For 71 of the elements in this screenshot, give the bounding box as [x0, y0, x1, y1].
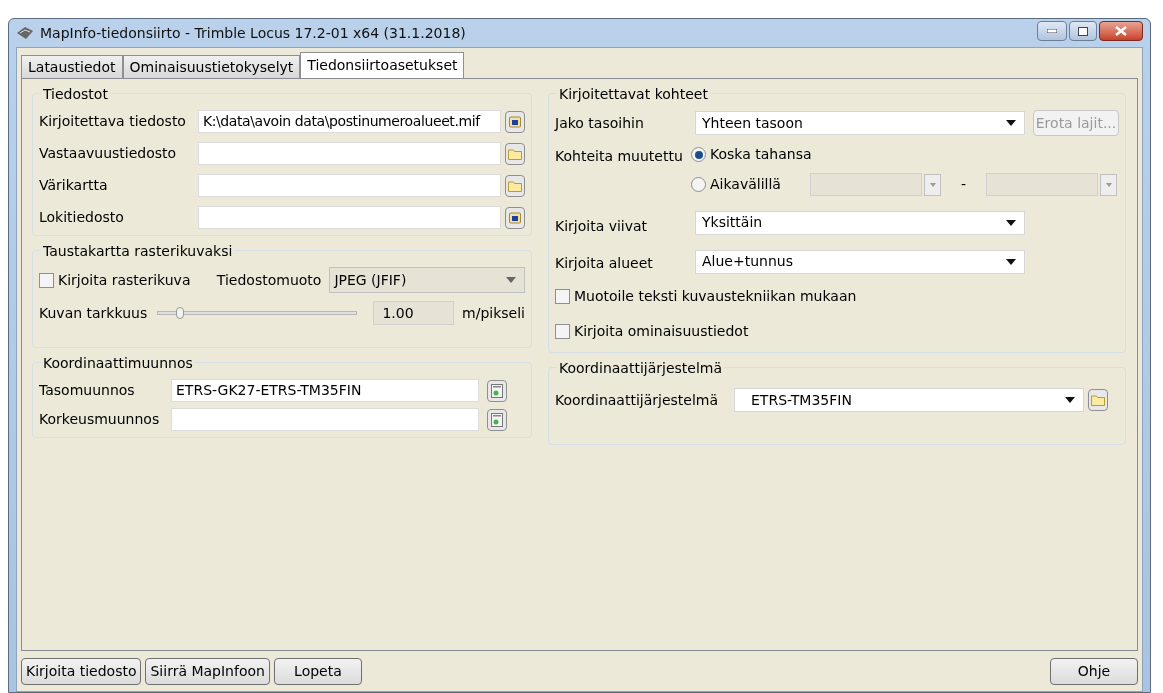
- close-icon: [1115, 26, 1127, 36]
- dropdown[interactable]: Yksittäin: [695, 210, 1025, 235]
- dropdown-button[interactable]: [924, 173, 941, 196]
- dialog-button[interactable]: Lopeta: [273, 657, 362, 685]
- folder-icon: [1091, 394, 1105, 406]
- unit-label: m/pikseli: [462, 303, 525, 323]
- range-separator: -: [960, 175, 968, 194]
- input-field[interactable]: ETRS-GK27-ETRS-TM35FIN: [171, 379, 479, 402]
- dropdown-caret-icon: [1006, 219, 1016, 226]
- folder-icon: [508, 147, 522, 160]
- date-field[interactable]: [986, 173, 1099, 196]
- radio-button[interactable]: [691, 177, 706, 192]
- calculator-icon: [491, 412, 503, 427]
- dropdown-caret-icon: [1065, 397, 1075, 403]
- tab[interactable]: Ominaisuustietokyselyt: [122, 55, 301, 78]
- field-label: Kirjoitettava tiedosto: [39, 112, 187, 131]
- folder-icon: [508, 179, 522, 192]
- value-field: 1.00: [373, 301, 455, 325]
- field-label: Vastaavuustiedosto: [39, 144, 178, 163]
- app-icon: [16, 25, 34, 41]
- dropdown-caret-icon: [1006, 120, 1016, 126]
- field-label: Jako tasoihin: [555, 113, 645, 133]
- radio-label: Aikavälillä: [710, 175, 782, 194]
- tab[interactable]: Tiedonsiirtoasetukset: [300, 52, 465, 78]
- dropdown-caret-icon: [1006, 258, 1016, 265]
- field-label: Kohteita muutettu: [555, 147, 684, 166]
- checkbox[interactable]: [39, 272, 54, 288]
- field-label: Kirjoita alueet: [555, 254, 654, 273]
- checkbox[interactable]: [555, 324, 570, 339]
- dropdown[interactable]: ETRS-TM35FIN: [734, 388, 1084, 412]
- checkbox-label: Muotoile teksti kuvaustekniikan mukaan: [574, 287, 857, 306]
- dropdown-caret-icon: [929, 182, 936, 187]
- dropdown-caret-icon: [1105, 182, 1112, 187]
- slider-thumb[interactable]: [175, 307, 184, 319]
- field-label: Kuvan tarkkuus: [39, 303, 149, 323]
- checkbox[interactable]: [555, 289, 570, 304]
- maximize-icon: [1078, 26, 1088, 36]
- dropdown-button[interactable]: [1100, 173, 1118, 196]
- save-icon-button[interactable]: [505, 206, 525, 229]
- field-label: Korkeusmuunnos: [39, 410, 161, 429]
- field-label: Värikartta: [39, 176, 109, 195]
- dropdown[interactable]: Alue+tunnus: [695, 249, 1025, 274]
- dropdown-caret-icon: [506, 277, 516, 283]
- field-label: Koordinaattijärjestelmä: [555, 390, 720, 410]
- save-icon-button[interactable]: [505, 110, 525, 133]
- input-field[interactable]: K:\data\avoin data\postinumeroalueet.mif: [197, 110, 501, 133]
- dropdown[interactable]: JPEG (JFIF): [329, 267, 525, 293]
- field-label: Tiedostomuoto: [216, 270, 322, 290]
- window-title: MapInfo-tiedonsiirto - Trimble Locus 17.2-01 x64 (31.1.2018): [40, 23, 466, 43]
- input-field[interactable]: [197, 142, 501, 165]
- minimize-button[interactable]: [1037, 21, 1067, 41]
- radio-button[interactable]: [691, 147, 706, 162]
- dropdown[interactable]: Yhteen tasoon: [695, 111, 1025, 135]
- calculator-icon: [491, 383, 503, 398]
- field-label: Kirjoita viivat: [555, 217, 649, 236]
- dialog-button[interactable]: Siirrä MapInfoon: [145, 657, 270, 685]
- dialog-button[interactable]: Kirjoita tiedosto: [21, 657, 142, 685]
- tab[interactable]: Lataustiedot: [21, 55, 123, 78]
- checkbox-label: Kirjoita ominaisuustiedot: [574, 322, 749, 341]
- date-field[interactable]: [810, 173, 922, 196]
- close-button[interactable]: [1099, 21, 1143, 41]
- help-button[interactable]: Ohje: [1050, 657, 1138, 685]
- checkbox-label: Kirjoita rasterikuva: [58, 270, 191, 290]
- input-field[interactable]: [197, 206, 501, 229]
- minimize-icon: [1047, 29, 1057, 33]
- radio-label: Koska tahansa: [710, 145, 812, 164]
- input-field[interactable]: [197, 174, 501, 197]
- input-field[interactable]: [171, 408, 479, 431]
- field-label: Lokitiedosto: [39, 208, 125, 227]
- field-label: Tasomuunnos: [39, 381, 136, 400]
- maximize-button[interactable]: [1069, 21, 1097, 41]
